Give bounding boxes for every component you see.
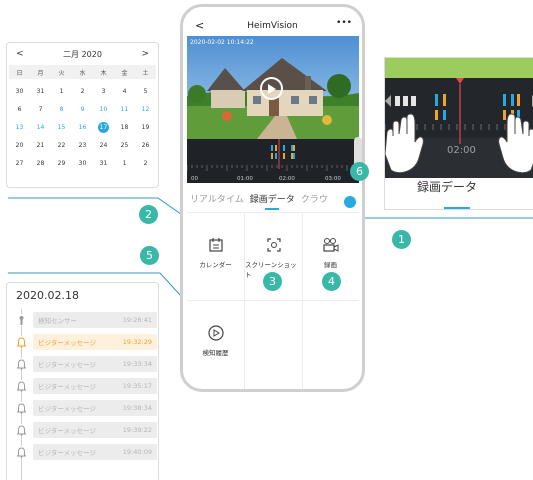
zoom-segment <box>511 94 514 106</box>
bell-icon <box>17 358 26 370</box>
event-label: ビジターメッセージ <box>38 449 96 457</box>
zoom-segment <box>435 94 438 106</box>
badge-2: 2 <box>139 205 158 224</box>
event-time: 19:33:34 <box>122 360 152 368</box>
event-pill: 検知センサー 19:26:41 <box>33 312 157 328</box>
zoom-time-label: 02:00 <box>447 145 476 156</box>
badge-1: 1 <box>392 230 411 249</box>
timeline-segment <box>293 153 295 159</box>
timeline-segment <box>275 145 277 151</box>
event-time: 19:40:09 <box>122 448 152 456</box>
timeline-ruler: 00 01:00 02:00 03:00 <box>187 139 358 182</box>
play-button[interactable] <box>260 77 283 100</box>
event-time: 19:38:34 <box>122 404 152 412</box>
zoom-segment <box>503 110 506 120</box>
event-label: ビジターメッセージ <box>38 383 96 391</box>
timeline-segment <box>275 153 277 159</box>
sensor-icon <box>17 314 26 326</box>
event-label: ビジターメッセージ <box>38 427 96 435</box>
timeline-segment <box>293 145 295 151</box>
zoom-segment <box>395 96 400 106</box>
event-pill: ビジターメッセージ 19:32:29 <box>33 334 157 350</box>
event-label: ビジターメッセージ <box>38 405 96 413</box>
bell-icon <box>17 424 26 436</box>
tab-bar: リアルタイム 録画データ クラウ <box>187 187 359 210</box>
event-pill: ビジターメッセージ 19:38:34 <box>33 400 157 416</box>
bell-icon <box>17 446 26 458</box>
feature-grid: カレンダー スクリーンショット 録画 検知履歴 <box>187 212 359 389</box>
bell-icon <box>17 402 26 414</box>
badge-4: 4 <box>322 272 341 291</box>
detection-history-button[interactable]: 検知履歴 <box>187 301 244 388</box>
timeline-segment <box>271 145 273 151</box>
scroll-indicator-dot <box>344 196 356 208</box>
calendar-button-label: カレンダー <box>199 261 232 269</box>
zoom-underline <box>444 207 470 209</box>
event-label: ビジターメッセージ <box>38 361 96 369</box>
event-row[interactable]: ビジターメッセージ 19:35:17 <box>17 378 157 394</box>
zoom-segment <box>443 94 446 106</box>
event-label: ビジターメッセージ <box>38 339 96 347</box>
timeline-segment <box>271 153 273 159</box>
event-row[interactable]: 検知センサー 19:26:41 <box>17 312 157 328</box>
zoom-segment <box>503 94 506 106</box>
event-date: 2020.02.18 <box>16 289 79 302</box>
badge-5: 5 <box>140 246 159 265</box>
timeline-label: 00 <box>191 176 198 182</box>
calendar-icon <box>208 237 223 253</box>
phone-frame: < HeimVision ••• 2020-02-02 10:14:22 00 … <box>180 4 365 392</box>
zoom-segment <box>403 96 408 106</box>
bell-icon <box>17 336 26 348</box>
tab-recordings[interactable]: 録画データ <box>247 192 298 210</box>
event-time: 19:32:29 <box>122 338 152 346</box>
more-menu-button[interactable]: ••• <box>336 18 352 28</box>
timeline-segment <box>291 145 293 151</box>
zoom-detail-card: 02:00 録画データ <box>384 57 533 210</box>
event-time: 19:39:22 <box>122 426 152 434</box>
event-pill: ビジターメッセージ 19:33:34 <box>33 356 157 372</box>
event-time: 19:26:41 <box>122 316 152 324</box>
video-camera-icon <box>322 237 339 253</box>
badge-3: 3 <box>263 272 282 291</box>
play-icon <box>268 83 276 94</box>
tab-realtime[interactable]: リアルタイム <box>187 192 247 205</box>
timeline-segment <box>291 153 293 159</box>
event-pill: ビジターメッセージ 19:39:22 <box>33 422 157 438</box>
timeline-label: 01:00 <box>237 176 253 182</box>
event-history-card: 2020.02.18 検知センサー 19:26:41 ビジターメッセージ 19:32:… <box>6 282 159 480</box>
event-row[interactable]: ビジターメッセージ 19:33:34 <box>17 356 157 372</box>
event-pill: ビジターメッセージ 19:40:09 <box>33 444 157 460</box>
video-timestamp: 2020-02-02 10:14:22 <box>190 39 254 46</box>
record-button-label: 録画 <box>324 261 337 269</box>
timeline-segment <box>283 153 285 159</box>
playback-timeline[interactable]: 00 01:00 02:00 03:00 <box>187 139 359 183</box>
event-pill: ビジターメッセージ 19:35:17 <box>33 378 157 394</box>
zoom-segment <box>435 110 438 120</box>
tab-cloud[interactable]: クラウ <box>298 192 331 205</box>
event-row[interactable]: ビジターメッセージ 19:39:22 <box>17 422 157 438</box>
zoom-timeline-image: 02:00 <box>385 58 533 178</box>
timeline-segment <box>283 145 285 151</box>
zoom-segment <box>411 96 416 106</box>
zoom-segment <box>443 110 446 120</box>
event-label: 検知センサー <box>38 317 77 325</box>
zoom-segment <box>517 94 520 106</box>
bell-icon <box>17 380 26 392</box>
video-preview[interactable]: 2020-02-02 10:14:22 <box>187 36 359 139</box>
event-time: 19:35:17 <box>122 382 152 390</box>
timeline-label: 02:00 <box>279 176 295 182</box>
calendar-button[interactable]: カレンダー <box>187 213 244 300</box>
badge-6: 6 <box>350 162 369 181</box>
event-row[interactable]: ビジターメッセージ 19:38:34 <box>17 400 157 416</box>
event-row[interactable]: ビジターメッセージ 19:40:09 <box>17 444 157 460</box>
screenshot-icon <box>266 237 281 253</box>
playback-icon <box>207 325 224 341</box>
zoom-card-label: 録画データ <box>417 180 478 194</box>
timeline-label: 03:00 <box>325 176 341 182</box>
detection-history-label: 検知履歴 <box>202 349 229 357</box>
event-row[interactable]: ビジターメッセージ 19:32:29 <box>17 334 157 350</box>
